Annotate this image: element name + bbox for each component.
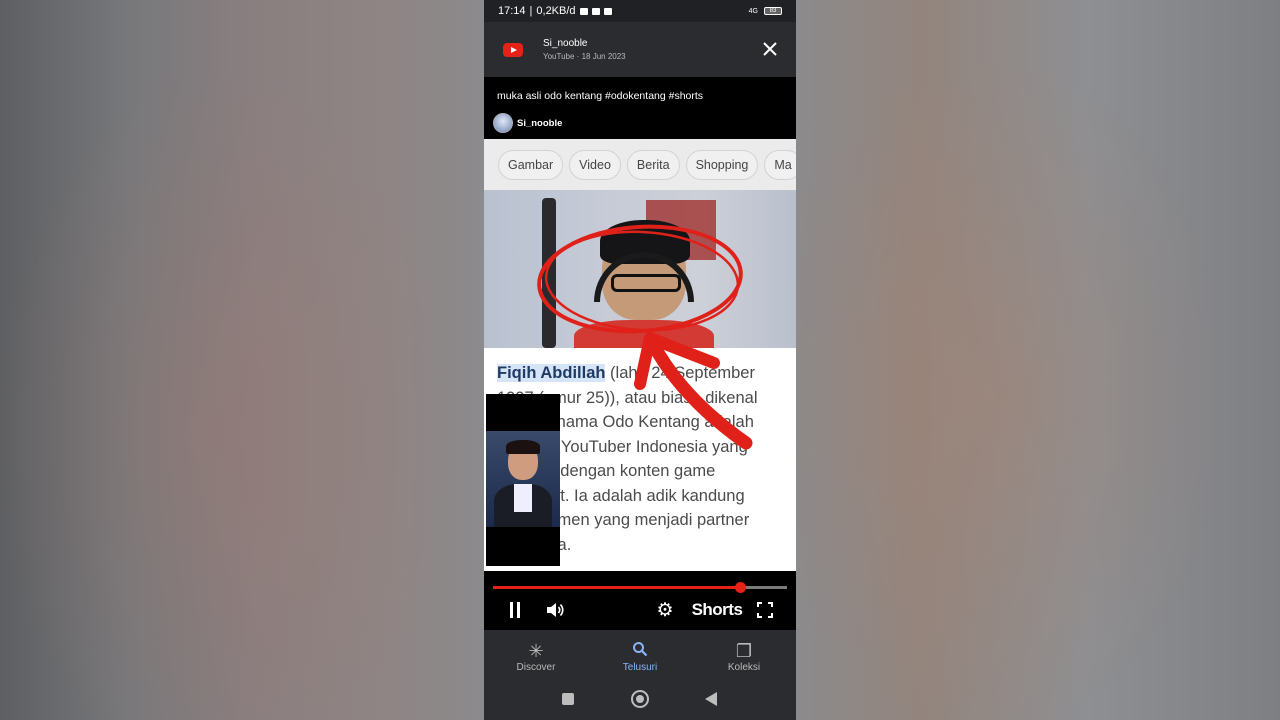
chip-more: Ma	[764, 149, 796, 180]
fullscreen-icon	[757, 602, 773, 618]
shorts-button[interactable]: Shorts	[692, 599, 743, 621]
gear-icon: ⚙	[656, 599, 674, 621]
app-subtitle: YouTube · 18 Jun 2023	[543, 52, 626, 61]
collection-icon: ❐	[735, 640, 753, 661]
video-channel[interactable]: Si_nooble	[493, 113, 562, 133]
shirt-shape	[574, 320, 714, 348]
close-icon	[763, 41, 777, 56]
status-time: 17:14	[498, 5, 526, 17]
glasses-shape	[611, 274, 681, 292]
nav-discover[interactable]: ✳ Discover	[484, 630, 588, 682]
status-speed: 0,2KB/d	[536, 5, 576, 17]
progress-bar[interactable]	[493, 582, 787, 593]
phone-screen: 17:14 | 0,2KB/d 4G 83 Si_nooble YouTube …	[484, 0, 796, 720]
chair-shape	[542, 198, 556, 348]
layers-icon	[591, 7, 600, 15]
nav-telusuri-label: Telusuri	[622, 661, 658, 673]
discover-icon: ✳	[528, 640, 544, 661]
volume-icon	[547, 603, 564, 617]
app-bar: Si_nooble YouTube · 18 Jun 2023	[484, 22, 796, 77]
battery-level: 83	[769, 8, 777, 14]
camera-icon	[603, 7, 612, 15]
app-title: Si_nooble	[543, 38, 588, 49]
person-photo	[484, 190, 796, 348]
nav-telusuri[interactable]: Telusuri	[588, 630, 692, 682]
chip-gambar: Gambar	[498, 149, 564, 180]
background-blur-left	[0, 0, 484, 720]
app-separator: ·	[576, 52, 580, 61]
status-bar: 17:14 | 0,2KB/d 4G 83	[484, 0, 796, 22]
home-button[interactable]	[631, 690, 649, 708]
network-type: 4G	[748, 7, 758, 15]
progress-fill	[493, 586, 740, 589]
wiki-highlight: Fiqih Abdillah	[497, 364, 606, 382]
pause-button[interactable]	[508, 599, 522, 621]
recents-button[interactable]	[562, 693, 574, 705]
battery-icon: 83	[764, 7, 782, 15]
background-blur-right	[796, 0, 1280, 720]
app-source: YouTube	[543, 52, 575, 61]
back-button[interactable]	[705, 692, 717, 706]
channel-avatar[interactable]	[493, 113, 513, 133]
bottom-navigation: ✳ Discover Telusuri ❐ Koleksi	[484, 630, 796, 682]
notification-icon	[579, 7, 588, 15]
close-button[interactable]	[760, 40, 780, 60]
nav-koleksi-label: Koleksi	[727, 661, 761, 673]
youtube-logo-icon	[503, 42, 523, 57]
pip-collar	[514, 484, 532, 512]
volume-button[interactable]	[544, 599, 566, 621]
video-player[interactable]: muka asli odo kentang #odokentang #short…	[484, 77, 796, 630]
system-navigation-bar	[484, 682, 796, 720]
app-date: 18 Jun 2023	[581, 52, 626, 61]
video-title: muka asli odo kentang #odokentang #short…	[497, 90, 704, 102]
channel-name: Si_nooble	[517, 117, 563, 129]
pip-hair	[506, 440, 540, 454]
picture-in-picture-overlay	[486, 394, 560, 566]
player-controls: ⚙ Shorts	[484, 571, 796, 630]
settings-button[interactable]: ⚙	[655, 599, 675, 621]
chip-shopping: Shopping	[685, 149, 759, 180]
wiki-line-1: (lahir 24 September	[605, 364, 755, 382]
search-icon	[632, 640, 648, 662]
video-frame: Gambar Video Berita Shopping Ma Fiqih Ab…	[484, 139, 796, 571]
fullscreen-button[interactable]	[756, 599, 774, 621]
nav-discover-label: Discover	[516, 661, 556, 673]
search-chips: Gambar Video Berita Shopping Ma	[484, 139, 796, 190]
pause-icon	[510, 602, 513, 618]
nav-koleksi[interactable]: ❐ Koleksi	[692, 630, 796, 682]
chip-video: Video	[569, 149, 621, 180]
chip-berita: Berita	[626, 149, 680, 180]
progress-scrubber[interactable]	[734, 582, 746, 593]
app-meta: Si_nooble YouTube · 18 Jun 2023	[543, 38, 626, 61]
